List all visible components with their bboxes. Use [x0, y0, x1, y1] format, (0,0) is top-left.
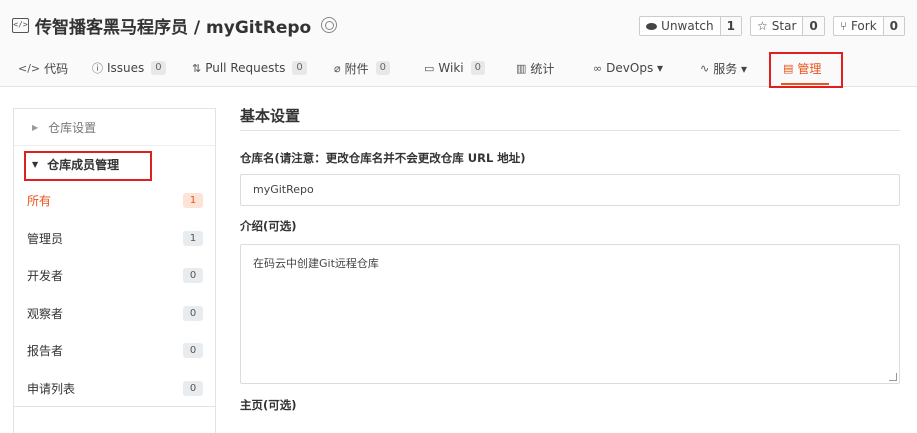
sidebar-item-count: 0	[183, 305, 203, 321]
fork-label: Fork	[850, 19, 877, 33]
sidebar-item-observers[interactable]: 观察者 0	[14, 295, 215, 333]
sidebar-repo-settings[interactable]: ▶ 仓库设置	[14, 109, 215, 146]
issue-icon: ⓘ	[92, 62, 103, 75]
tab-pull-requests[interactable]: ⇅ Pull Requests 0	[192, 50, 307, 86]
sidebar-item-requests[interactable]: 申请列表 0	[14, 370, 215, 408]
sidebar-item-admins[interactable]: 管理员 1	[14, 220, 215, 258]
infinity-icon: ∞	[593, 61, 603, 75]
tab-label: Wiki	[438, 61, 464, 75]
tab-label: Issues	[107, 61, 145, 75]
tab-count: 0	[375, 61, 391, 75]
pulse-icon: ∿	[700, 61, 710, 75]
code-icon: </>	[18, 61, 41, 75]
sidebar-item-count: 1	[183, 193, 203, 209]
sidebar-item-count: 1	[183, 230, 203, 246]
repo-title-row: </> 传智播客黑马程序员 / myGitRepo	[12, 12, 338, 38]
fork-button[interactable]: ⑂ Fork 0	[832, 16, 905, 36]
caret-right-icon: ▶	[32, 122, 39, 132]
tab-label: 附件	[344, 61, 369, 76]
tab-devops[interactable]: ∞ DevOps ▾	[593, 50, 663, 86]
sidebar-item-all[interactable]: 所有 1	[14, 182, 215, 220]
resize-handle-icon[interactable]	[889, 373, 897, 381]
sidebar-item-label: 报告者	[27, 344, 64, 359]
star-label: Star	[771, 19, 797, 33]
sidebar-item-label: 开发者	[27, 269, 64, 284]
sidebar-item-count: 0	[183, 380, 203, 396]
watch-count[interactable]: 1	[719, 17, 741, 35]
sidebar-item-reporters[interactable]: 报告者 0	[14, 332, 215, 370]
tab-label: 统计	[530, 61, 555, 76]
highlight-box-member-management	[24, 151, 152, 181]
homepage-label: 主页(可选)	[240, 398, 297, 412]
repo-name-label: 仓库名(请注意：更改仓库名并不会更改仓库 URL 地址)	[240, 151, 526, 165]
star-button[interactable]: ☆ Star 0	[750, 16, 825, 36]
sidebar-item-count: 0	[183, 268, 203, 284]
sidebar-item-developers[interactable]: 开发者 0	[14, 257, 215, 295]
sidebar-item-label: 观察者	[27, 306, 64, 321]
sidebar-item-label: 管理员	[27, 231, 64, 246]
tab-stats[interactable]: ▥ 统计	[516, 50, 554, 86]
pull-request-icon: ⇅	[192, 61, 202, 75]
chart-icon: ▥	[516, 61, 527, 75]
tab-attachments[interactable]: ⌀ 附件 0	[334, 50, 391, 86]
tab-label: 代码	[44, 61, 69, 76]
repo-title[interactable]: 传智播客黑马程序员 / myGitRepo	[35, 13, 311, 38]
repo-actions: Unwatch 1 ☆ Star 0 ⑂ Fork 0	[639, 16, 905, 36]
tab-wiki[interactable]: ▭ Wiki 0	[424, 50, 485, 86]
tab-label: Pull Requests	[205, 61, 286, 75]
fork-count[interactable]: 0	[882, 17, 904, 35]
sidebar-section-label: 仓库设置	[48, 120, 97, 135]
badge-icon[interactable]	[321, 17, 338, 33]
tab-count: 0	[292, 61, 307, 75]
star-count[interactable]: 0	[802, 17, 824, 35]
sidebar-item-label: 申请列表	[27, 381, 76, 396]
sidebar-item-count: 0	[183, 343, 203, 359]
repo-name-input[interactable]: myGitRepo	[240, 174, 900, 206]
tab-services[interactable]: ∿ 服务 ▾	[700, 50, 747, 86]
unwatch-button[interactable]: Unwatch 1	[639, 16, 742, 36]
tab-issues[interactable]: ⓘ Issues 0	[92, 50, 166, 86]
unwatch-label: Unwatch	[661, 19, 714, 33]
tab-count: 0	[151, 61, 166, 75]
tab-label: 服务 ▾	[713, 61, 748, 76]
paperclip-icon: ⌀	[334, 61, 341, 75]
tab-label: DevOps ▾	[606, 61, 664, 75]
section-divider	[240, 130, 900, 131]
sidebar-divider	[14, 406, 215, 407]
star-icon: ☆	[757, 19, 768, 33]
repo-code-icon: </>	[12, 17, 29, 33]
tab-count: 0	[470, 61, 485, 75]
sidebar-item-label: 所有	[27, 194, 52, 209]
description-label: 介绍(可选)	[240, 219, 297, 233]
description-textarea[interactable]: 在码云中创建Git远程仓库	[240, 244, 900, 384]
settings-main: 基本设置 仓库名(请注意：更改仓库名并不会更改仓库 URL 地址) myGitR…	[240, 104, 900, 412]
tab-code[interactable]: </> 代码	[18, 50, 68, 86]
description-text: 在码云中创建Git远程仓库	[253, 257, 379, 270]
eye-icon	[646, 22, 658, 30]
highlight-box-manage	[769, 52, 843, 88]
wiki-icon: ▭	[424, 61, 435, 75]
fork-icon: ⑂	[839, 19, 847, 33]
section-title: 基本设置	[240, 107, 301, 125]
